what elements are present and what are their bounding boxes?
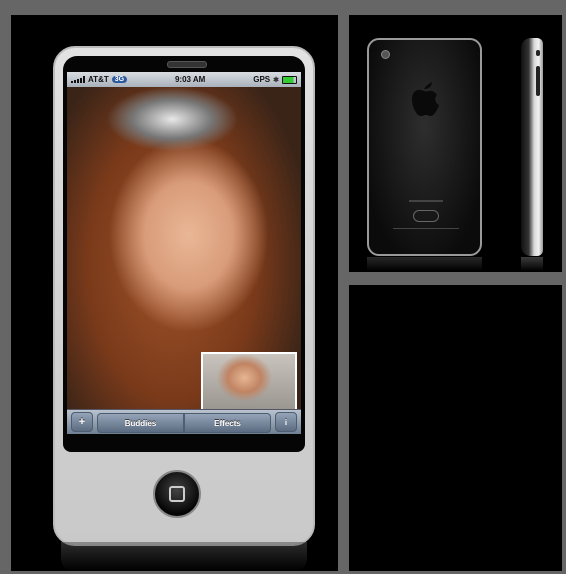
buddies-button[interactable]: Buddies (97, 413, 184, 433)
network-badge: 3G (111, 76, 128, 83)
home-square-icon (169, 486, 185, 502)
phone-back (367, 38, 482, 256)
phone-reflection (61, 542, 307, 571)
back-reflection (367, 257, 482, 271)
back-oval-mark (413, 210, 439, 222)
earpiece (167, 61, 207, 68)
back-view-panel (349, 15, 562, 272)
effects-button[interactable]: Effects (184, 413, 271, 433)
empty-panel (349, 285, 562, 571)
phone-front: AT&T 3G 9:03 AM GPS ✱ + Buddies Effects (53, 46, 315, 546)
info-button[interactable]: i (275, 412, 297, 432)
side-reflection (521, 257, 543, 271)
battery-icon (282, 75, 297, 84)
back-engraving (409, 200, 443, 202)
bluetooth-icon: ✱ (273, 76, 279, 84)
phone-side (521, 38, 543, 256)
segmented-control: Buddies Effects (97, 413, 271, 433)
camera-icon (381, 50, 390, 59)
side-switch (536, 50, 540, 56)
back-fine-print (393, 228, 459, 229)
apple-logo-icon (412, 82, 439, 116)
phone-screen: AT&T 3G 9:03 AM GPS ✱ + Buddies Effects (67, 72, 301, 434)
home-button-icon[interactable] (153, 470, 201, 518)
front-view-panel: AT&T 3G 9:03 AM GPS ✱ + Buddies Effects (11, 15, 338, 571)
status-time: 9:03 AM (174, 75, 206, 84)
status-bar: AT&T 3G 9:03 AM GPS ✱ (67, 72, 301, 87)
signal-bars-icon (71, 76, 85, 83)
add-button[interactable]: + (71, 412, 93, 432)
gps-label: GPS (253, 75, 271, 84)
carrier-label: AT&T (88, 75, 109, 84)
call-toolbar: + Buddies Effects i (67, 409, 301, 434)
volume-buttons (536, 66, 540, 96)
